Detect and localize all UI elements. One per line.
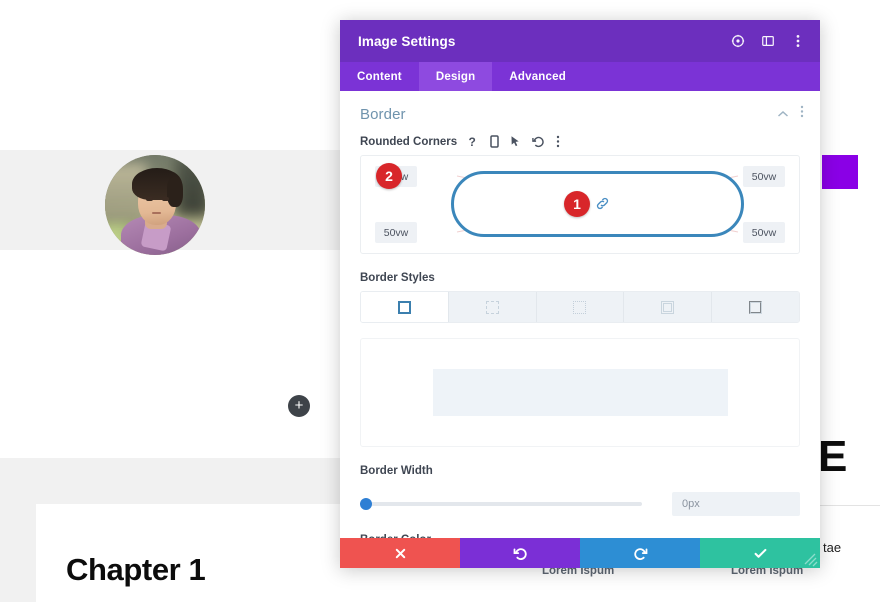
add-module-button[interactable]: + [288,395,310,417]
tab-advanced[interactable]: Advanced [492,62,583,91]
modal-tabs: Content Design Advanced [340,62,820,91]
border-preview [360,338,800,447]
border-width-slider[interactable] [360,498,642,510]
undo-button[interactable] [460,538,580,568]
border-style-groove[interactable] [712,292,799,322]
border-styles-options [360,291,800,323]
avatar [105,155,205,255]
divider [812,505,880,506]
target-icon[interactable] [730,33,746,49]
redo-icon [633,546,648,561]
redo-button[interactable] [580,538,700,568]
border-width-input[interactable]: 0px [672,492,800,516]
page-trailing-text: tae [823,540,842,555]
border-style-dotted[interactable] [536,292,625,322]
border-color-label: Border Color [340,516,820,538]
modal-header: Image Settings [340,20,820,62]
border-style-solid-icon [397,300,411,314]
border-style-dotted-icon [573,300,587,314]
more-vertical-icon[interactable] [556,135,560,148]
close-icon [394,547,407,560]
tab-content[interactable]: Content [340,62,419,91]
help-icon[interactable]: ? [468,135,479,148]
section-tools [777,105,804,123]
resize-grip-icon[interactable] [802,551,818,567]
more-vertical-icon[interactable] [800,105,804,123]
more-vertical-icon[interactable] [790,33,806,49]
save-button[interactable] [700,538,820,568]
border-styles-label: Border Styles [360,272,435,284]
avatar-hair-side [167,177,183,207]
link-icon[interactable] [595,196,610,216]
rounded-corners-control: 50vw 50vw 50vw 50vw 1 2 [360,155,800,254]
border-style-double-icon [661,300,675,314]
page-title: Chapter 1 [66,552,206,587]
modal-title: Image Settings [358,33,456,49]
check-icon [753,546,768,561]
avatar-eye-left [146,197,153,201]
rounded-corners-row: Rounded Corners ? [340,131,820,155]
avatar-eye-right [162,197,169,201]
border-style-dashed[interactable] [448,292,537,322]
cancel-button[interactable] [340,538,460,568]
annotation-badge-2: 2 [376,163,402,189]
chevron-up-icon[interactable] [777,105,789,123]
rounded-corners-label: Rounded Corners [360,135,458,148]
mobile-icon[interactable] [490,135,499,148]
corner-value-bottom-right[interactable]: 50vw [743,222,785,243]
layout-icon[interactable] [760,33,776,49]
corner-value-top-right[interactable]: 50vw [743,166,785,187]
border-style-groove-icon [749,300,763,314]
modal-footer [340,538,820,568]
page-big-letter: E [818,432,847,481]
border-style-solid[interactable] [361,292,449,322]
border-section-header: Border [340,91,820,131]
corner-value-bottom-left[interactable]: 50vw [375,222,417,243]
border-width-slider-knob[interactable] [360,498,372,510]
border-width-row: 0px [340,484,820,516]
modal-header-actions [730,33,806,49]
border-style-double[interactable] [624,292,713,322]
svg-text:?: ? [469,135,476,148]
undo-icon [513,546,528,561]
annotation-badge-1: 1 [564,191,590,217]
modal-body: Border Rounded Corners ? 50vw 50vw 50vw … [340,91,820,538]
image-settings-modal: Image Settings Content Design Advanced B… [340,20,820,568]
reset-icon[interactable] [532,135,545,148]
purple-accent-block [822,155,858,189]
border-style-dashed-icon [485,300,499,314]
border-preview-inner [432,369,728,416]
border-width-label: Border Width [360,465,433,477]
cursor-icon[interactable] [510,135,521,148]
section-title: Border [360,105,406,123]
tab-design[interactable]: Design [418,62,493,91]
